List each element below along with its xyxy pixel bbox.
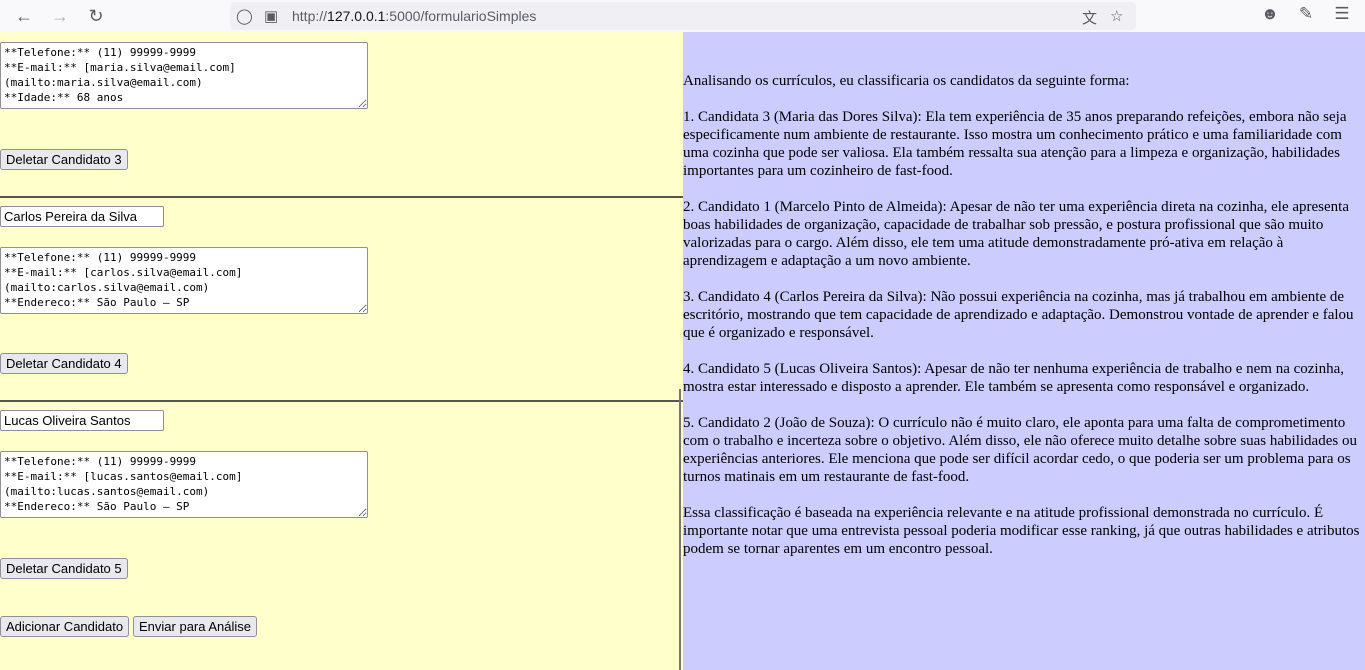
- analysis-rank-2: 2. Candidato 1 (Marcelo Pinto de Almeida…: [683, 199, 1349, 269]
- shield-icon[interactable]: ◯: [236, 7, 253, 25]
- resume-textarea-3[interactable]: **Telefone:** (11) 99999-9999 **E-mail:*…: [0, 42, 368, 109]
- delete-candidate-3-button[interactable]: Deletar Candidato 3: [0, 149, 128, 170]
- analysis-rank-3: 3. Candidato 4 (Carlos Pereira da Silva)…: [683, 289, 1354, 341]
- delete-candidate-4-button[interactable]: Deletar Candidato 4: [0, 353, 128, 374]
- resume-textarea-5[interactable]: **Telefone:** (11) 99999-9999 **E-mail:*…: [0, 451, 368, 518]
- analysis-intro: Analisando os currículos, eu classificar…: [683, 73, 1130, 89]
- account-icon[interactable]: ☻: [1258, 4, 1282, 24]
- forward-arrow-icon[interactable]: →: [48, 4, 72, 28]
- analysis-rank-1: 1. Candidata 3 (Maria das Dores Silva): …: [683, 109, 1347, 179]
- pane-divider: [679, 389, 681, 670]
- delete-candidate-5-button[interactable]: Deletar Candidato 5: [0, 558, 128, 579]
- back-arrow-icon[interactable]: ←: [12, 4, 36, 28]
- url-host: 127.0.0.1: [327, 8, 386, 24]
- candidate-form: **Telefone:** (11) 99999-9999 **E-mail:*…: [0, 32, 683, 670]
- separator: [0, 400, 683, 402]
- analysis-panel: Analisando os currículos, eu classificar…: [683, 32, 1365, 670]
- address-bar[interactable]: ◯ ▣ http://127.0.0.1:5000/formularioSimp…: [230, 2, 1136, 30]
- resume-textarea-4[interactable]: **Telefone:** (11) 99999-9999 **E-mail:*…: [0, 247, 368, 314]
- menu-icon[interactable]: ☰: [1330, 4, 1354, 24]
- bookmark-star-icon[interactable]: ☆: [1110, 7, 1123, 25]
- add-candidate-button[interactable]: Adicionar Candidato: [0, 616, 130, 637]
- url-text[interactable]: http://127.0.0.1:5000/formularioSimples: [292, 8, 536, 24]
- submit-analysis-button[interactable]: Enviar para Análise: [133, 616, 258, 637]
- browser-toolbar: ← → ↻ ◯ ▣ http://127.0.0.1:5000/formular…: [0, 0, 1365, 32]
- page-content: **Telefone:** (11) 99999-9999 **E-mail:*…: [0, 32, 1365, 670]
- extensions-icon[interactable]: ✎: [1294, 4, 1318, 24]
- candidate-name-input-5[interactable]: [0, 410, 164, 431]
- translate-icon[interactable]: 文: [1082, 7, 1097, 28]
- analysis-conclusion: Essa classificação é baseada na experiên…: [683, 505, 1360, 557]
- page-icon[interactable]: ▣: [264, 7, 278, 25]
- separator: [0, 196, 683, 198]
- candidate-name-input-4[interactable]: [0, 206, 164, 227]
- url-prefix: http://: [292, 8, 328, 24]
- analysis-rank-5: 5. Candidato 2 (João de Souza): O curríc…: [683, 415, 1357, 485]
- url-rest: :5000/formularioSimples: [385, 8, 537, 24]
- reload-icon[interactable]: ↻: [84, 4, 108, 28]
- analysis-rank-4: 4. Candidato 5 (Lucas Oliveira Santos): …: [683, 361, 1345, 395]
